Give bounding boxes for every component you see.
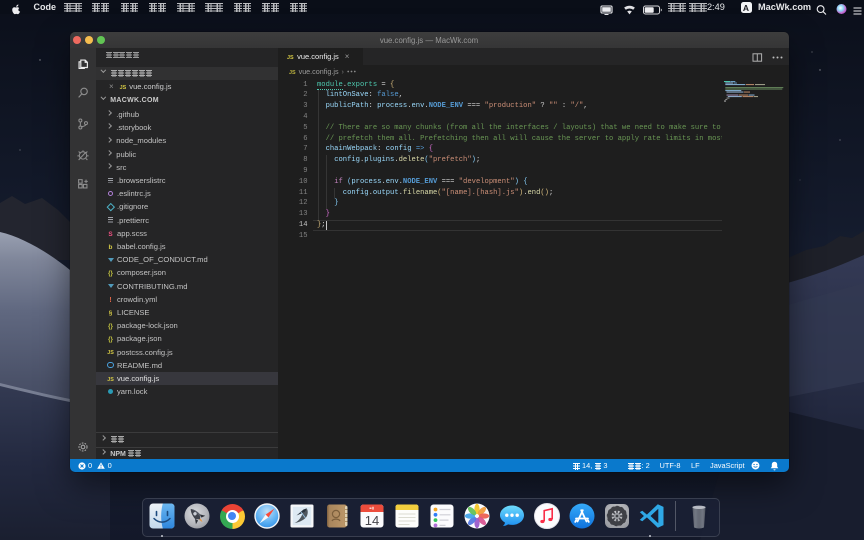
svg-text:14: 14 [365, 513, 379, 528]
